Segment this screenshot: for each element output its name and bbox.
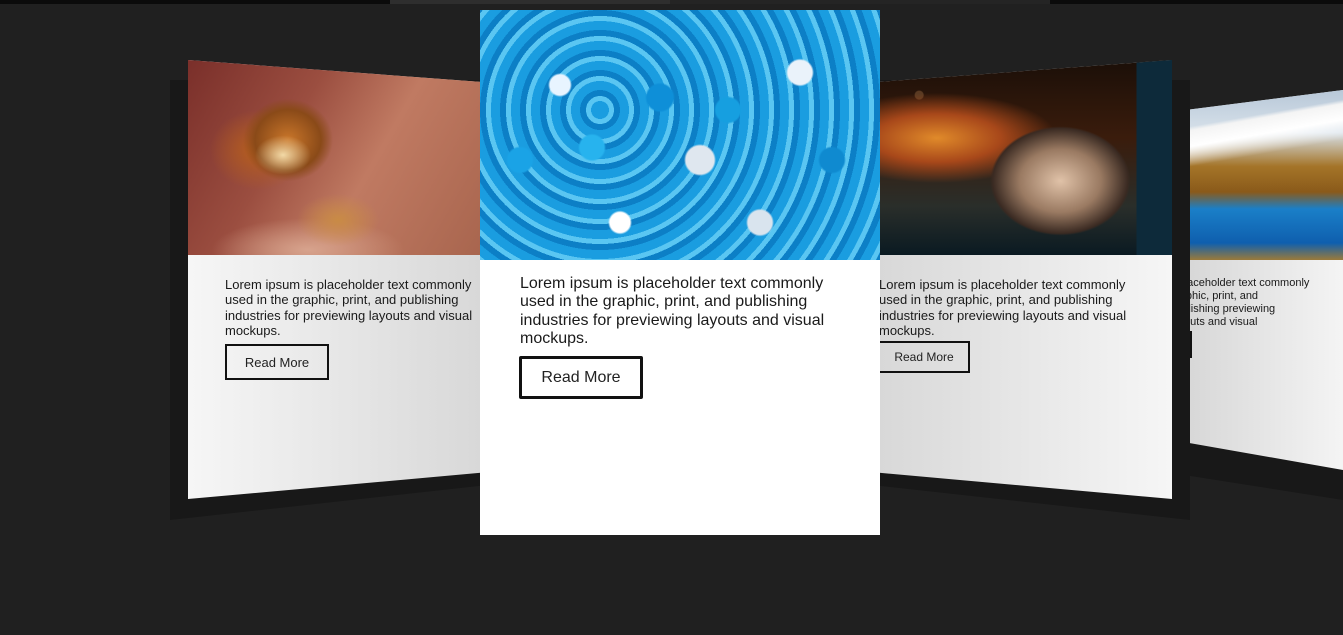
carousel-card-space[interactable]: Lorem ipsum is placeholder text commonly…	[878, 60, 1172, 499]
carousel-card-lion[interactable]: Lorem ipsum is placeholder text commonly…	[188, 60, 482, 499]
carousel-card-mountain[interactable]: s placeholder text commonly graphic, pri…	[1170, 90, 1343, 470]
carousel-stage: s placeholder text commonly graphic, pri…	[0, 0, 1343, 635]
lion-image	[188, 60, 482, 255]
card-text: Lorem ipsum is placeholder text commonly…	[225, 277, 473, 338]
mountain-lake-image	[1170, 90, 1343, 260]
read-more-button[interactable]: Read More	[878, 341, 970, 373]
top-progress-bar	[0, 0, 1343, 4]
card-text: Lorem ipsum is placeholder text commonly…	[879, 277, 1127, 338]
planet-space-image	[878, 60, 1172, 255]
carousel-card-pebbles[interactable]: Lorem ipsum is placeholder text commonly…	[480, 10, 880, 535]
blue-pebbles-image	[480, 10, 880, 260]
card-text: s placeholder text commonly graphic, pri…	[1170, 277, 1310, 328]
card-text: Lorem ipsum is placeholder text commonly…	[520, 275, 825, 348]
read-more-button[interactable]: Read More	[225, 344, 329, 380]
read-more-button[interactable]: Read More	[519, 356, 643, 399]
